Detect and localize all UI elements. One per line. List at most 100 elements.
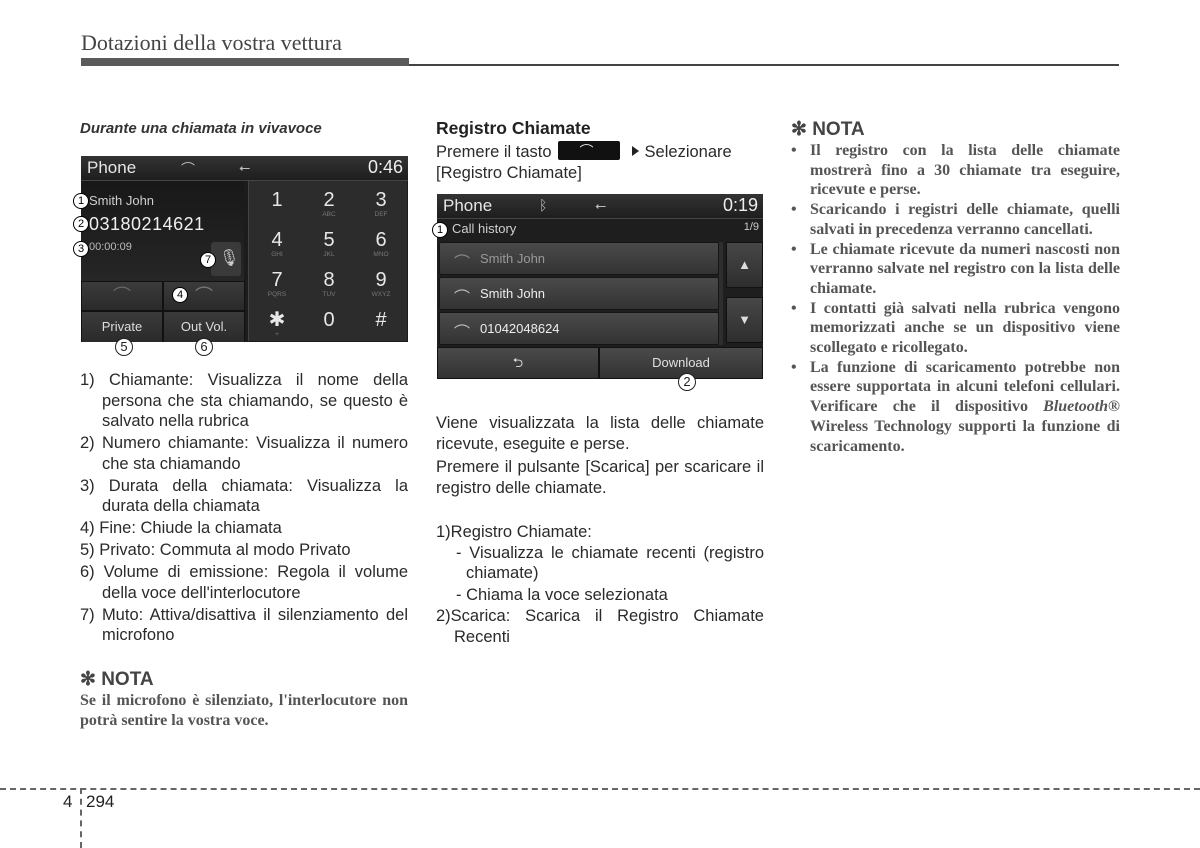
keypad-key[interactable]: 6 MNO bbox=[355, 223, 407, 263]
keypad-key[interactable]: 1 bbox=[251, 183, 303, 223]
key-letters: GHI bbox=[271, 251, 283, 258]
note-bullet-text: Scaricando i registri delle chiamate, qu… bbox=[810, 201, 1120, 238]
legend-item: 1)Registro Chiamate: bbox=[436, 523, 592, 541]
bullet-icon: • bbox=[791, 240, 797, 258]
phone-handset-icon: ⌒ bbox=[181, 161, 195, 177]
chapter-number: 4 bbox=[63, 792, 73, 811]
legend-item: 1) Chiamante: Visualizza il nome della p… bbox=[80, 371, 408, 430]
keypad: 1 2 ABC 3 DEF 4 GHI 5 JKL 6 MNO 7 PQRS 8 TUV 9 WXYZ ✱ +0 # bbox=[248, 181, 407, 341]
subheading-call-history: Registro Chiamate bbox=[436, 118, 591, 138]
scroll-down-button[interactable]: ▼ bbox=[726, 297, 763, 343]
key-digit: 6 bbox=[375, 229, 387, 251]
legend-item: 7) Muto: Attiva/disattiva il silenziamen… bbox=[80, 605, 408, 645]
keypad-key[interactable]: 8 TUV bbox=[303, 263, 355, 303]
keypad-key[interactable]: 5 JKL bbox=[303, 223, 355, 263]
screen-time: 0:19 bbox=[722, 195, 758, 215]
key-digit: 0 bbox=[323, 309, 335, 331]
legend-item: 2)Scarica: Scarica il Registro Chiamate … bbox=[436, 607, 764, 646]
call-history-row[interactable]: ⌒ Smith John bbox=[439, 277, 719, 310]
note-text: Se il microfono è silenziato, l'interloc… bbox=[80, 692, 408, 729]
keypad-key[interactable]: 0 bbox=[303, 303, 355, 342]
screen-title: Phone bbox=[87, 158, 137, 177]
bullet-icon: • bbox=[791, 142, 797, 159]
callout-4: 4 bbox=[172, 287, 188, 303]
key-letters: ABC bbox=[322, 211, 336, 218]
key-letters: DEF bbox=[374, 211, 388, 218]
key-digit: 1 bbox=[271, 189, 283, 211]
call-history-description: Viene visualizzata la lista delle chiama… bbox=[436, 413, 764, 498]
keypad-key[interactable]: 7 PQRS bbox=[251, 263, 303, 303]
key-digit: # bbox=[375, 309, 387, 331]
screen-topbar: Phone ⌒ ⭠ 0:46 bbox=[81, 156, 408, 181]
bullet-icon: • bbox=[791, 299, 797, 317]
bullet-icon: • bbox=[791, 358, 797, 376]
keypad-key[interactable]: ✱ + bbox=[251, 303, 303, 342]
note-bullet: • Il registro con la lista delle chiamate… bbox=[791, 141, 1120, 200]
callout-2: 2 bbox=[73, 216, 89, 232]
callout-1: 1 bbox=[432, 222, 448, 238]
phone-handset-icon: ⌒ bbox=[579, 143, 594, 159]
call-history-row[interactable]: ⌒ 01042048624 bbox=[439, 312, 719, 345]
key-digit: 3 bbox=[375, 189, 387, 211]
header-rule bbox=[409, 64, 1119, 66]
phone-handset-icon: ⌒ bbox=[113, 286, 131, 306]
callout-7: 7 bbox=[200, 252, 216, 268]
keypad-key[interactable]: 9 WXYZ bbox=[355, 263, 407, 303]
screen-topbar: Phone ᛒ ⭠ 0:19 bbox=[437, 194, 763, 219]
key-letters: WXYZ bbox=[371, 291, 391, 298]
phone-key: ⌒ bbox=[557, 141, 620, 160]
back-icon: ⮌ bbox=[512, 355, 524, 370]
screen-time: 0:46 bbox=[367, 157, 403, 177]
keypad-key[interactable]: 2 ABC bbox=[303, 183, 355, 223]
page-indicator: 1/9 bbox=[743, 221, 759, 233]
triangle-up-icon: ▲ bbox=[738, 257, 751, 272]
usb-icon: ⭠ bbox=[239, 159, 251, 175]
note-box-1: ✻ NOTA Se il microfono è silenziato, l'i… bbox=[80, 668, 408, 730]
column-1: Durante una chiamata in vivavoce bbox=[80, 118, 408, 137]
callout-5: 5 bbox=[115, 338, 133, 356]
note-bullet-text: Il registro con la lista delle chiamate … bbox=[810, 142, 1120, 199]
legend-item: 2) Numero chiamante: Visualizza il numer… bbox=[80, 434, 408, 473]
key-digit: 8 bbox=[323, 269, 335, 291]
keypad-key[interactable]: 4 GHI bbox=[251, 223, 303, 263]
row-label: Smith John bbox=[480, 251, 546, 266]
key-digit: 4 bbox=[271, 229, 283, 251]
screen-title: Phone bbox=[443, 196, 493, 215]
note-heading: ✻ NOTA bbox=[791, 119, 865, 140]
scroll-up-button[interactable]: ▲ bbox=[726, 242, 763, 288]
key-digit: 5 bbox=[323, 229, 335, 251]
bluetooth-trademark: Bluetooth® bbox=[1043, 398, 1120, 416]
row-label: Smith John bbox=[480, 286, 546, 301]
note-bullet: • I contatti già salvati nella rubrica ve… bbox=[791, 299, 1120, 358]
legend-item: 5) Privato: Commuta al modo Privato bbox=[80, 541, 351, 559]
callout-2: 2 bbox=[678, 373, 696, 391]
legend-item: 6) Volume di emissione: Regola il volume… bbox=[80, 563, 408, 602]
call-history-row[interactable]: ⌒ Smith John bbox=[439, 242, 719, 275]
keypad-key[interactable]: 3 DEF bbox=[355, 183, 407, 223]
usb-icon: ⭠ bbox=[595, 197, 607, 213]
back-button[interactable]: ⮌ bbox=[437, 347, 599, 379]
call-history-label: Call history bbox=[452, 221, 517, 236]
key-digit: ✱ bbox=[268, 309, 286, 331]
key-letters: PQRS bbox=[267, 291, 287, 298]
legend-subitem: - Visualizza le chiamate recenti (regist… bbox=[456, 543, 764, 583]
note-box-2: ✻ NOTA • Il registro con la lista delle c… bbox=[791, 118, 1120, 456]
caller-number: 03180214621 bbox=[89, 214, 205, 234]
section-title: Dotazioni della vostra vettura bbox=[81, 30, 342, 55]
legend-item: 3) Durata della chiamata: Visualizza la … bbox=[80, 476, 408, 516]
accept-call-button[interactable]: ⌒ bbox=[81, 281, 163, 311]
note-heading: ✻ NOTA bbox=[80, 669, 154, 690]
phone-call-screen: Phone ⌒ ⭠ 0:46 Smith John 03180214621 00… bbox=[81, 156, 408, 342]
triangle-down-icon: ▼ bbox=[738, 312, 751, 327]
legend-item: 4) Fine: Chiude la chiamata bbox=[80, 519, 282, 537]
header-bar bbox=[81, 58, 409, 66]
key-letters: TUV bbox=[322, 291, 336, 298]
call-duration: 00:00:09 bbox=[89, 241, 132, 253]
key-digit: 2 bbox=[323, 189, 335, 211]
call-history-bar: Call history 1/9 bbox=[437, 218, 763, 238]
legend-list-2: 1)Registro Chiamate: - Visualizza le chi… bbox=[436, 522, 764, 647]
keypad-key[interactable]: # bbox=[355, 303, 407, 342]
arrow-right-icon bbox=[631, 146, 639, 156]
incoming-call-icon: ⌒ bbox=[454, 290, 471, 307]
scrollbar[interactable] bbox=[719, 242, 723, 345]
